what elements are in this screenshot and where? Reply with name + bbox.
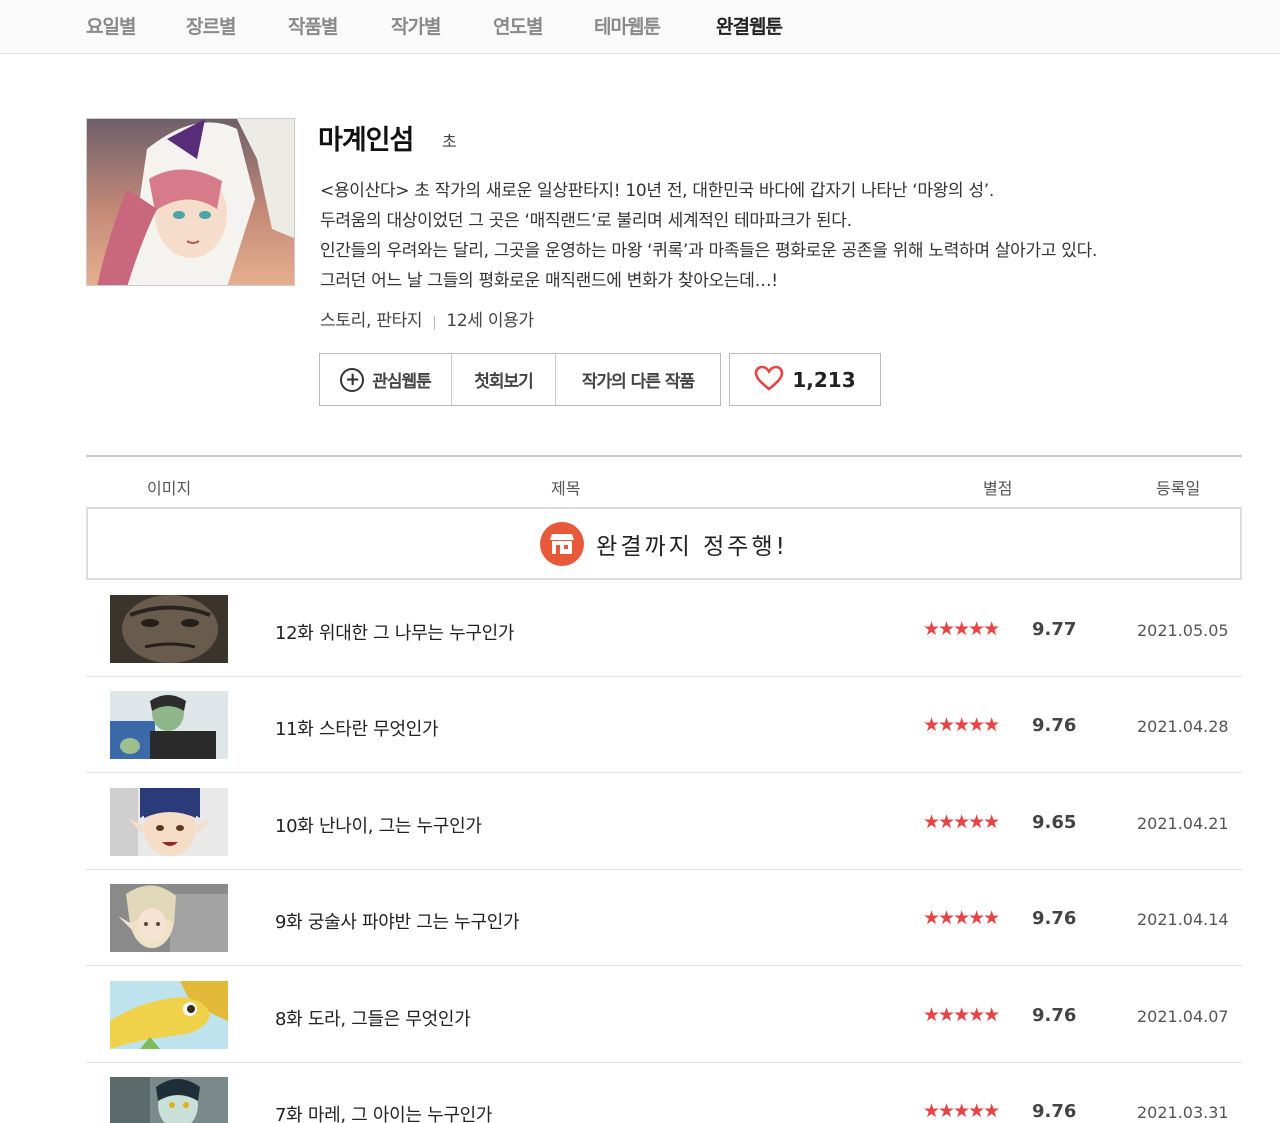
episode-row[interactable]: 7화 마레, 그 아이는 누구인가 ★★★★★ 9.76 2021.03.31: [86, 1063, 1242, 1123]
synopsis-line: 인간들의 우려와는 달리, 그곳을 운영하는 마왕 ‘퀴록’과 마족들은 평화로…: [320, 241, 1098, 261]
action-button-group: + 관심웹툰 첫회보기 작가의 다른 작품: [319, 353, 721, 406]
episode-title[interactable]: 10화 난나이, 그는 누구인가: [275, 812, 482, 838]
episode-thumbnail[interactable]: [110, 981, 228, 1049]
meta-divider: |: [432, 315, 437, 330]
rating-stars: ★★★★★: [923, 811, 1000, 833]
rating-stars: ★★★★★: [923, 714, 1000, 736]
tab-by-year[interactable]: 연도별: [493, 12, 543, 39]
store-icon: [540, 521, 585, 566]
episode-date: 2021.04.21: [1137, 814, 1229, 833]
rating-stars: ★★★★★: [923, 1100, 1000, 1122]
header-date: 등록일: [1156, 479, 1201, 498]
rating-stars: ★★★★★: [923, 1004, 1000, 1026]
header-rating: 별점: [983, 479, 1013, 498]
webtoon-cover-image: [86, 118, 295, 286]
episode-row[interactable]: 11화 스타란 무엇인가 ★★★★★ 9.76 2021.04.28: [86, 677, 1242, 773]
episode-thumbnail[interactable]: [110, 1077, 228, 1123]
header-title: 제목: [551, 479, 581, 498]
tab-by-genre[interactable]: 장르별: [186, 12, 236, 39]
heart-icon: [754, 365, 784, 395]
first-episode-button[interactable]: 첫회보기: [451, 354, 555, 405]
episode-date: 2021.03.31: [1137, 1103, 1229, 1122]
episode-row[interactable]: 10화 난나이, 그는 누구인가 ★★★★★ 9.65 2021.04.21: [86, 774, 1242, 870]
rating-score: 9.76: [1032, 908, 1077, 929]
rating-score: 9.76: [1032, 1101, 1077, 1122]
episode-row[interactable]: 8화 도라, 그들은 무엇인가 ★★★★★ 9.76 2021.04.07: [86, 967, 1242, 1063]
episode-title[interactable]: 8화 도라, 그들은 무엇인가: [275, 1005, 471, 1031]
synopsis-line: 두려움의 대상이었던 그 곳은 ‘매직랜드’로 불리며 세계적인 테마파크가 된…: [320, 211, 852, 231]
webtoon-title: 마계인섬: [318, 125, 414, 156]
author-name[interactable]: 초: [442, 128, 457, 152]
header-image: 이미지: [147, 479, 192, 498]
episode-thumbnail[interactable]: [110, 884, 228, 952]
binge-watch-banner[interactable]: 완결까지 정주행!: [86, 507, 1242, 580]
episode-date: 2021.04.14: [1137, 910, 1229, 929]
like-count: 1,213: [792, 367, 856, 392]
favorite-button[interactable]: + 관심웹툰: [320, 354, 451, 405]
tab-theme[interactable]: 테마웹툰: [594, 12, 661, 39]
episode-date: 2021.04.28: [1137, 717, 1229, 736]
rating-score: 9.76: [1032, 1005, 1077, 1026]
episode-thumbnail[interactable]: [110, 788, 228, 856]
episode-title[interactable]: 9화 궁술사 파야반 그는 누구인가: [275, 908, 520, 934]
favorite-label: 관심웹툰: [372, 372, 432, 392]
tab-completed[interactable]: 완결웹툰: [716, 12, 783, 39]
episode-table-header: 이미지 제목 별점 등록일: [86, 455, 1242, 507]
rating-stars: ★★★★★: [923, 907, 1000, 929]
episode-row[interactable]: 12화 위대한 그 나무는 누구인가 ★★★★★ 9.77 2021.05.05: [86, 581, 1242, 677]
episode-title[interactable]: 7화 마레, 그 아이는 누구인가: [275, 1101, 492, 1123]
like-button[interactable]: 1,213: [729, 353, 881, 406]
age-rating: 12세 이용가: [446, 311, 534, 331]
genre-label: 스토리, 판타지: [320, 311, 423, 331]
tab-by-day[interactable]: 요일별: [86, 12, 136, 39]
synopsis-line: 그러던 어느 날 그들의 평화로운 매직랜드에 변화가 찾아오는데…!: [320, 271, 778, 291]
episode-date: 2021.05.05: [1137, 621, 1229, 640]
episode-date: 2021.04.07: [1137, 1007, 1229, 1026]
other-works-button[interactable]: 작가의 다른 작품: [555, 354, 720, 405]
plus-circle-icon: +: [340, 367, 365, 392]
tab-by-author[interactable]: 작가별: [391, 12, 441, 39]
rating-stars: ★★★★★: [923, 618, 1000, 640]
tab-by-title[interactable]: 작품별: [288, 12, 338, 39]
episode-title[interactable]: 12화 위대한 그 나무는 누구인가: [275, 619, 514, 645]
episode-thumbnail[interactable]: [110, 595, 228, 663]
banner-text: 완결까지 정주행!: [596, 533, 788, 560]
episode-thumbnail[interactable]: [110, 691, 228, 759]
rating-score: 9.76: [1032, 715, 1077, 736]
rating-score: 9.65: [1032, 812, 1077, 833]
episode-title[interactable]: 11화 스타란 무엇인가: [275, 715, 439, 741]
episode-row[interactable]: 9화 궁술사 파야반 그는 누구인가 ★★★★★ 9.76 2021.04.14: [86, 870, 1242, 966]
rating-score: 9.77: [1032, 619, 1077, 640]
webtoon-meta: 스토리, 판타지 | 12세 이용가: [320, 306, 534, 331]
category-nav: 요일별 장르별 작품별 작가별 연도별 테마웹툰 완결웹툰: [0, 0, 1280, 54]
synopsis-line: <용이산다> 초 작가의 새로운 일상판타지! 10년 전, 대한민국 바다에 …: [320, 181, 994, 201]
synopsis: <용이산다> 초 작가의 새로운 일상판타지! 10년 전, 대한민국 바다에 …: [320, 176, 1240, 296]
